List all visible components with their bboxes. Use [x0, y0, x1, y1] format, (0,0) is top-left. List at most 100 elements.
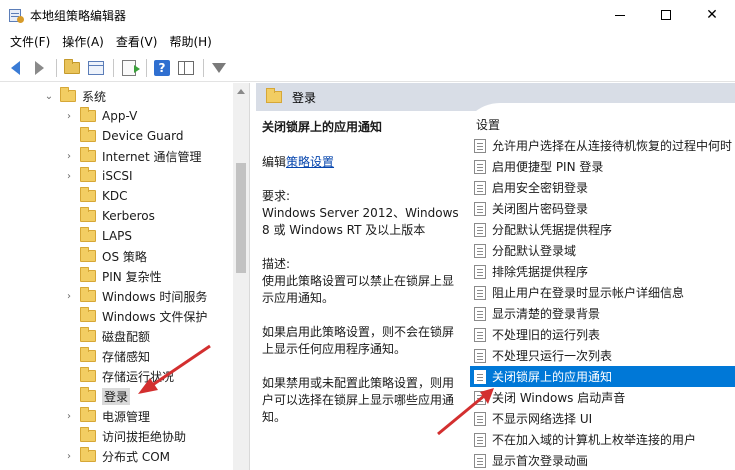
edit-prefix: 编辑: [262, 155, 287, 169]
export-list-button[interactable]: [118, 57, 140, 79]
maximize-button[interactable]: [643, 0, 689, 30]
folder-icon: [80, 287, 96, 302]
policy-setting-row[interactable]: 关闭 Windows 启动声音: [470, 387, 735, 408]
policy-setting-row[interactable]: 启用安全密钥登录: [470, 177, 735, 198]
policy-setting-label: 显示清楚的登录背景: [492, 307, 601, 321]
menu-help[interactable]: 帮助(H): [163, 31, 217, 53]
tree-item-label: 电源管理: [102, 409, 151, 424]
settings-column-header[interactable]: 设置: [476, 116, 500, 133]
chevron-right-icon[interactable]: ›: [64, 106, 74, 126]
minimize-button[interactable]: [597, 0, 643, 30]
policy-setting-row[interactable]: 排除凭据提供程序: [470, 261, 735, 282]
folder-icon: [60, 87, 76, 102]
policy-setting-label: 排除凭据提供程序: [492, 265, 589, 279]
policy-setting-row[interactable]: 显示清楚的登录背景: [470, 303, 735, 324]
tree-item[interactable]: KDC: [64, 186, 128, 206]
policy-setting-row[interactable]: 关闭锁屏上的应用通知: [470, 366, 735, 387]
policy-setting-icon: [474, 264, 486, 279]
policy-setting-icon: [474, 369, 486, 384]
chevron-right-icon[interactable]: ›: [64, 286, 74, 306]
tree-item[interactable]: 存储运行状况: [64, 366, 174, 386]
tree-item[interactable]: › App-V: [64, 106, 137, 126]
policy-setting-row[interactable]: 不处理只运行一次列表: [470, 345, 735, 366]
chevron-down-icon: ⌄: [44, 90, 54, 102]
folder-icon: [80, 327, 96, 342]
maximize-icon: [661, 10, 671, 20]
details-pane: 登录 关闭锁屏上的应用通知 编辑策略设置 要求: Windows Server …: [256, 83, 735, 470]
toolbar: ?: [0, 54, 735, 82]
policy-setting-icon: [474, 222, 486, 237]
tree-item-label: 存储运行状况: [102, 369, 175, 384]
policy-setting-row[interactable]: 允许用户选择在从连接待机恢复的过程中何时: [470, 135, 735, 156]
policy-setting-icon: [474, 348, 486, 363]
tree-item-system[interactable]: ⌄ 系统: [44, 86, 106, 106]
policy-setting-row[interactable]: 分配默认凭据提供程序: [470, 219, 735, 240]
help-button[interactable]: ?: [151, 57, 173, 79]
menu-action[interactable]: 操作(A): [56, 31, 110, 53]
tree-item[interactable]: › 电源管理: [64, 406, 150, 426]
policy-setting-icon: [474, 159, 486, 174]
tree-item[interactable]: LAPS: [64, 226, 132, 246]
policy-setting-row[interactable]: 阻止用户在登录时显示帐户详细信息: [470, 282, 735, 303]
up-folder-button[interactable]: [61, 57, 83, 79]
extended-view-button[interactable]: [175, 57, 197, 79]
policy-setting-row[interactable]: 不在加入域的计算机上枚举连接的用户: [470, 429, 735, 450]
folder-icon: [80, 267, 96, 282]
tree-scrollbar[interactable]: [233, 83, 249, 470]
edit-policy-link[interactable]: 策略设置: [286, 155, 334, 169]
tree-item[interactable]: › Windows 时间服务: [64, 286, 207, 306]
policy-setting-row[interactable]: 不显示网络选择 UI: [470, 408, 735, 429]
tree-item[interactable]: Kerberos: [64, 206, 155, 226]
minimize-icon: [615, 14, 625, 16]
close-button[interactable]: ✕: [689, 0, 735, 30]
policy-setting-label: 不处理旧的运行列表: [492, 328, 601, 342]
tree-item-label: 存储感知: [102, 349, 151, 364]
forward-button[interactable]: [28, 57, 50, 79]
scrollbar-thumb[interactable]: [236, 163, 246, 273]
back-button[interactable]: [4, 57, 26, 79]
tree-item[interactable]: Device Guard: [64, 126, 183, 146]
chevron-right-icon[interactable]: ›: [64, 166, 74, 186]
tree-item-label: Kerberos: [102, 209, 155, 223]
folder-icon: [80, 207, 96, 222]
tree-item[interactable]: 访问拔拒绝协助: [64, 426, 186, 446]
policy-setting-icon: [474, 411, 486, 426]
policy-setting-row[interactable]: 显示首次登录动画: [470, 450, 735, 470]
tree-item[interactable]: 磁盘配额: [64, 326, 150, 346]
chevron-right-icon[interactable]: ›: [64, 146, 74, 166]
tree-item[interactable]: Windows 文件保护: [64, 306, 207, 326]
menu-file[interactable]: 文件(F): [4, 31, 56, 53]
policy-setting-row[interactable]: 分配默认登录域: [470, 240, 735, 261]
policy-setting-icon: [474, 285, 486, 300]
tree-item-label: OS 策略: [102, 249, 147, 264]
tree-item-label: App-V: [102, 109, 138, 123]
tree-item[interactable]: › iSCSI: [64, 166, 133, 186]
tree-item[interactable]: › Internet 通信管理: [64, 146, 201, 166]
policy-setting-row[interactable]: 启用便捷型 PIN 登录: [470, 156, 735, 177]
console-tree[interactable]: ⌄ 系统 › App-V Device Guard › Internet 通信管理 › iS…: [0, 83, 250, 470]
settings-list: 允许用户选择在从连接待机恢复的过程中何时 启用便捷型 PIN 登录 启用安全密钥登录…: [470, 135, 735, 470]
menu-view[interactable]: 查看(V): [110, 31, 164, 53]
tree-item-label: 访问拔拒绝协助: [102, 429, 187, 444]
tree-item[interactable]: › 分布式 COM: [64, 446, 170, 466]
policy-setting-label: 不在加入域的计算机上枚举连接的用户: [492, 433, 697, 447]
show-hide-tree-button[interactable]: [85, 57, 107, 79]
policy-setting-row[interactable]: 关闭图片密码登录: [470, 198, 735, 219]
folder-icon: [80, 347, 96, 362]
tree-item[interactable]: 存储感知: [64, 346, 150, 366]
policy-setting-row[interactable]: 不处理旧的运行列表: [470, 324, 735, 345]
chevron-right-icon[interactable]: ›: [64, 406, 74, 426]
policy-setting-label: 不处理只运行一次列表: [492, 349, 613, 363]
tree-item[interactable]: OS 策略: [64, 246, 147, 266]
tree-item[interactable]: 登录: [64, 386, 131, 406]
tree-item-label: PIN 复杂性: [102, 269, 162, 284]
tree-item[interactable]: PIN 复杂性: [64, 266, 162, 286]
policy-description: 关闭锁屏上的应用通知 编辑策略设置 要求: Windows Server 201…: [262, 119, 462, 443]
filter-button[interactable]: [208, 57, 230, 79]
chevron-right-icon[interactable]: ›: [64, 446, 74, 466]
